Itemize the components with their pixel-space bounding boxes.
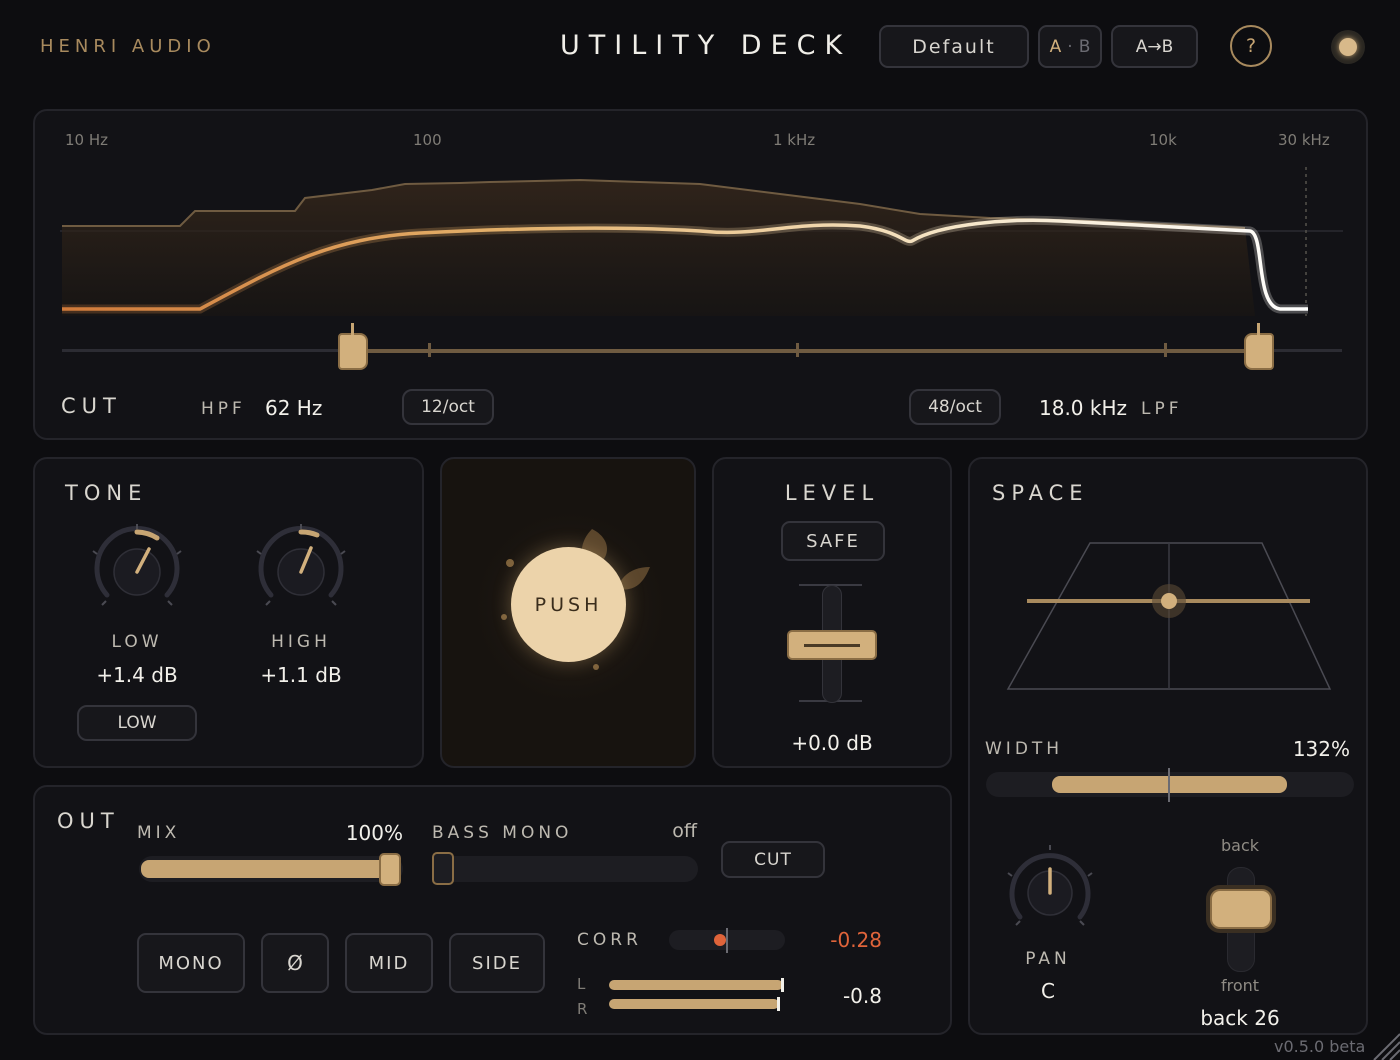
low-label: LOW [111,632,163,652]
preset-selector[interactable]: Default [879,25,1029,68]
tone-panel: TONE LOW +1.4 dB HIGH +1.1 dB LOW [33,457,424,768]
corr-value: -0.28 [830,928,882,952]
pan-knob[interactable] [1000,839,1100,935]
tone-title: TONE [65,481,148,505]
level-fader-handle[interactable] [787,630,877,660]
mix-value: 100% [345,821,403,845]
hpf-handle-pin [351,323,354,335]
corr-center-mark [726,928,728,953]
freq-label-1k: 1 kHz [773,131,816,149]
safe-button[interactable]: SAFE [781,521,885,561]
tick-1k [796,343,799,357]
bass-mono-value: off [672,820,697,842]
depth-slider-handle[interactable] [1210,889,1272,929]
meter-r-bar [609,999,779,1009]
mix-slider-fill [141,860,391,878]
tone-mode-button[interactable]: LOW [77,705,197,741]
hpf-handle[interactable] [338,333,368,370]
depth-value: back 26 [1200,1006,1280,1030]
stereo-field-display[interactable] [1000,539,1340,694]
low-value: +1.4 dB [96,663,178,687]
level-title: LEVEL [784,481,880,505]
meter-value: -0.8 [842,984,882,1008]
bass-mono-slider-handle[interactable] [432,852,454,885]
ab-separator: · [1067,36,1073,57]
level-value: +0.0 dB [791,731,873,755]
corr-label: CORR [577,930,642,950]
corr-indicator [714,934,726,946]
brand-logo: HENRI AUDIO [40,36,216,57]
power-indicator-icon[interactable] [1331,30,1365,64]
freq-label-10hz: 10 Hz [65,131,109,149]
lpf-slope-button[interactable]: 48/oct [909,389,1001,425]
high-label: HIGH [271,632,331,652]
width-value: 132% [1292,737,1350,761]
high-knob[interactable] [249,517,353,613]
mono-button[interactable]: MONO [137,933,245,993]
lpf-handle-pin [1257,323,1260,335]
pan-value: C [1041,979,1055,1003]
bass-mono-label: BASS MONO [432,823,573,843]
phase-invert-button[interactable]: Ø [261,933,329,993]
lpf-label: LPF [1141,399,1183,419]
cut-title: CUT [61,394,122,418]
freq-label-100: 100 [413,131,442,149]
push-button[interactable]: PUSH [511,547,626,662]
help-button[interactable]: ? [1230,25,1272,67]
ab-b-label: B [1078,36,1091,57]
side-button[interactable]: SIDE [449,933,545,993]
low-knob[interactable] [85,517,189,613]
bass-mono-slider-track[interactable] [432,856,698,882]
freq-label-30k: 30 kHz [1278,131,1330,149]
tick-100 [428,343,431,357]
pan-label: PAN [1025,949,1071,969]
hpf-value[interactable]: 62 Hz [265,396,322,420]
lpf-value[interactable]: 18.0 kHz [1039,396,1127,420]
width-label: WIDTH [985,739,1064,759]
meter-l-label: L [577,975,586,993]
depth-top-label: back [1220,836,1260,855]
plugin-title: UTILITY DECK [560,30,852,61]
mid-button[interactable]: MID [345,933,433,993]
cutoff-range [355,349,1255,353]
out-panel: OUT MIX 100% BASS MONO off CUT MONO Ø MI… [33,785,952,1035]
mix-label: MIX [137,823,181,843]
copy-a-to-b-button[interactable]: A→B [1111,25,1198,68]
high-value: +1.1 dB [260,663,342,687]
push-label: PUSH [534,593,603,616]
space-title: SPACE [992,481,1089,505]
level-panel: LEVEL SAFE +0.0 dB [712,457,952,768]
mix-slider-handle[interactable] [379,853,401,886]
bass-mono-cut-button[interactable]: CUT [721,841,825,878]
meter-l-bar [609,980,783,990]
hpf-slope-button[interactable]: 12/oct [402,389,494,425]
push-panel: PUSH [440,457,696,768]
width-center-mark [1168,768,1170,802]
spectrum-display[interactable] [60,166,1343,376]
out-title: OUT [57,809,120,833]
version-label: v0.5.0 beta [1274,1037,1366,1056]
meter-l-peak [781,978,784,992]
ab-toggle[interactable]: A · B [1038,25,1102,68]
hpf-label: HPF [201,399,246,419]
lpf-handle[interactable] [1244,333,1274,370]
cut-panel: 10 Hz 100 1 kHz 10k 30 kHz CUT HPF 62 Hz… [33,109,1368,440]
depth-bottom-label: front [1220,976,1260,995]
tick-10k [1164,343,1167,357]
freq-label-10k: 10k [1149,131,1177,149]
space-panel: SPACE WIDTH 132% PAN C back front back 2… [968,457,1368,1035]
meter-r-label: R [577,1000,588,1018]
resize-grip-icon[interactable] [1368,1028,1400,1060]
meter-r-peak [777,997,780,1011]
help-icon: ? [1245,35,1257,57]
ab-a-label: A [1049,36,1062,57]
